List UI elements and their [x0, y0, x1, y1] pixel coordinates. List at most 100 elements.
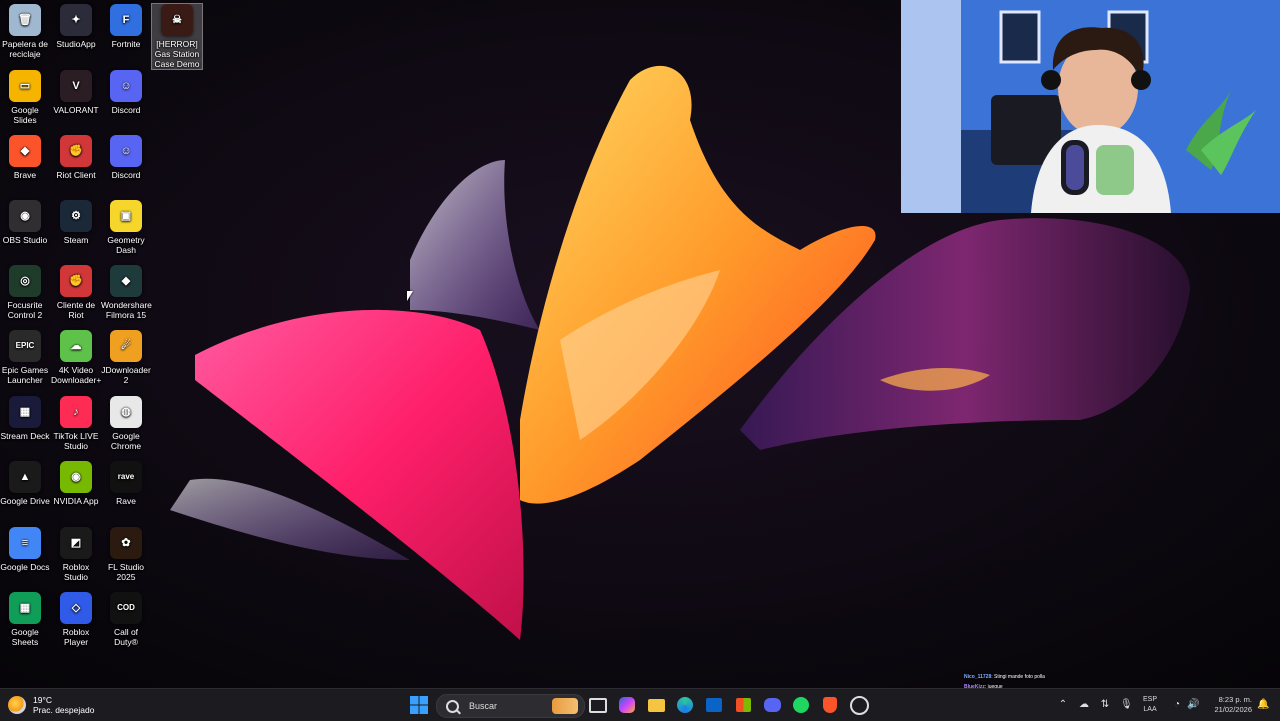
- 4k-downloader-icon: ☁: [60, 330, 92, 362]
- desktop-icon-label: Stream Deck: [0, 431, 50, 441]
- search-box[interactable]: Buscar: [436, 694, 585, 718]
- desktop-icon-label: VALORANT: [53, 105, 99, 115]
- desktop-icon-label: Google Slides: [11, 105, 39, 125]
- desktop-icon-google-sheets[interactable]: ▦ Google Sheets: [0, 592, 50, 647]
- file-explorer-button[interactable]: [644, 693, 668, 717]
- desktop-icon-stream-deck[interactable]: ▦ Stream Deck: [0, 396, 50, 441]
- desktop-icon-label: Papelera de reciclaje: [2, 39, 48, 59]
- desktop-icon-fl-studio[interactable]: ✿ FL Studio 2025: [101, 527, 151, 582]
- discord-button[interactable]: [760, 693, 784, 717]
- desktop-icon-roblox-player[interactable]: ◇ Roblox Player: [51, 592, 101, 647]
- clock-date: 21/02/2026: [1214, 705, 1252, 714]
- mouse-cursor: [407, 291, 413, 301]
- desktop-icon-label: Discord: [111, 105, 141, 115]
- desktop-icon-label: Google Sheets: [11, 627, 39, 647]
- desktop-icon-label: Google Chrome: [110, 431, 142, 451]
- desktop-icon-nvidia[interactable]: ◉ NVIDIA App: [51, 461, 101, 506]
- desktop-icon-label: Roblox Player: [62, 627, 90, 647]
- desktop-icon-brave[interactable]: ◆ Brave: [0, 135, 50, 180]
- copilot-icon: [619, 697, 635, 713]
- brave-icon: [823, 697, 837, 713]
- fl-studio-icon: ✿: [110, 527, 142, 559]
- desktop-icon-label: Google Docs: [0, 562, 50, 572]
- desktop-icon-label: Epic Games Launcher: [1, 365, 49, 385]
- tray-app-icon[interactable]: ☁: [1078, 699, 1090, 711]
- desktop-icon-steam[interactable]: ⚙ Steam: [51, 200, 101, 245]
- desktop-icon-riot-client[interactable]: ✊ Riot Client: [51, 135, 101, 180]
- fortnite-icon: F: [110, 4, 142, 36]
- desktop-icon-google-slides[interactable]: ▭ Google Slides: [0, 70, 50, 125]
- chat-text: : Stingi mande foto polla: [991, 674, 1045, 680]
- desktop-icon-label: NVIDIA App: [53, 496, 99, 506]
- call-of-duty-icon: COD: [110, 592, 142, 624]
- desktop-icon-jdownloader[interactable]: ☄ JDownloader 2: [101, 330, 151, 385]
- spotify-icon: [793, 697, 809, 713]
- desktop-icon-focusrite[interactable]: ◎ Focusrite Control 2: [0, 265, 50, 320]
- geometry-dash-icon: ▣: [110, 200, 142, 232]
- desktop-icon-rave[interactable]: rave Rave: [101, 461, 151, 506]
- obs-button[interactable]: [847, 693, 871, 717]
- desktop-icon-studioapp[interactable]: ✦ StudioApp: [51, 4, 101, 49]
- tray-network-icon[interactable]: ⇅: [1099, 699, 1111, 711]
- notification-bell-icon[interactable]: 🔔: [1257, 699, 1269, 711]
- desktop-icon-discord[interactable]: ☺ Discord: [101, 135, 151, 180]
- spotify-button[interactable]: [789, 693, 813, 717]
- google-drive-icon: ▲: [9, 461, 41, 493]
- discord-icon: ☺: [110, 70, 142, 102]
- desktop-icon-fortnite[interactable]: F Fortnite: [101, 4, 151, 49]
- desktop-icon-obs-studio[interactable]: ◉ OBS Studio: [0, 200, 50, 245]
- store-button[interactable]: [731, 693, 755, 717]
- desktop-icon-valorant[interactable]: V VALORANT: [51, 70, 101, 115]
- desktop-icon-chrome[interactable]: ◍ Google Chrome: [101, 396, 151, 451]
- desktop-icon-tiktok-live[interactable]: ♪ TikTok LIVE Studio: [51, 396, 101, 451]
- brave-icon: ◆: [9, 135, 41, 167]
- desktop-icon-game-demo[interactable]: ☠ [HERROR] Gas Station Case Demo: [151, 3, 203, 70]
- studioapp-icon: ✦: [60, 4, 92, 36]
- weather-description: Prac. despejado: [33, 705, 95, 715]
- desktop-icon-recycle-bin[interactable]: 🗑 Papelera de reciclaje: [0, 4, 50, 59]
- recycle-bin-icon: 🗑: [9, 4, 41, 36]
- desktop-icon-google-drive[interactable]: ▲ Google Drive: [0, 461, 50, 506]
- desktop-icon-label: [HERROR] Gas Station Case Demo: [154, 39, 200, 69]
- desktop-icon-label: OBS Studio: [2, 235, 48, 245]
- tray-overflow-chevron-icon[interactable]: ⌃: [1057, 699, 1069, 711]
- system-clock[interactable]: 8:23 p. m. 21/02/2026: [1204, 695, 1252, 715]
- language-indicator[interactable]: ESP LAA: [1143, 695, 1157, 715]
- desktop-icon-epic-games[interactable]: EPIC Epic Games Launcher: [0, 330, 50, 385]
- weather-temperature: 19°C: [33, 695, 52, 705]
- desktop-icon-label: Brave: [13, 170, 37, 180]
- outlook-icon: [706, 698, 722, 712]
- desktop-icon-discord[interactable]: ☺ Discord: [101, 70, 151, 115]
- volume-icon[interactable]: 🔊: [1187, 699, 1199, 711]
- desktop-icon-4k-downloader[interactable]: ☁ 4K Video Downloader+: [51, 330, 101, 385]
- copilot-button[interactable]: [615, 693, 639, 717]
- obs-studio-icon: ◉: [9, 200, 41, 232]
- focusrite-icon: ◎: [9, 265, 41, 297]
- chat-message: Nico_11728: Stingi mande foto polla: [964, 673, 1084, 683]
- game-demo-icon: ☠: [161, 4, 193, 36]
- start-button[interactable]: [407, 693, 431, 717]
- desktop-icon-call-of-duty[interactable]: COD Call of Duty®: [101, 592, 151, 647]
- folder-icon: [647, 698, 665, 712]
- desktop-icon-label: Discord: [111, 170, 141, 180]
- google-docs-icon: ≡: [9, 527, 41, 559]
- edge-button[interactable]: [673, 693, 697, 717]
- desktop-icon-filmora[interactable]: ◆ Wondershare Filmora 15: [101, 265, 152, 320]
- store-icon: [735, 698, 751, 712]
- desktop-icon-riot-client[interactable]: ✊ Cliente de Riot: [51, 265, 101, 320]
- brave-button[interactable]: [818, 693, 842, 717]
- search-highlight-icon: [552, 698, 578, 714]
- tray-microphone-icon[interactable]: 🎙: [1120, 699, 1133, 711]
- desktop-icon-geometry-dash[interactable]: ▣ Geometry Dash: [101, 200, 151, 255]
- google-slides-icon: ▭: [9, 70, 41, 102]
- desktop-icon-label: Riot Client: [56, 170, 96, 180]
- task-view-button[interactable]: [586, 693, 610, 717]
- weather-widget[interactable]: 19°C Prac. despejado: [8, 693, 94, 717]
- chat-username: Nico_11728: [964, 674, 992, 680]
- desktop-icon-label: JDownloader 2: [101, 365, 151, 385]
- outlook-button[interactable]: [702, 693, 726, 717]
- wifi-icon[interactable]: ◔: [1171, 699, 1183, 711]
- desktop-icon-google-docs[interactable]: ≡ Google Docs: [0, 527, 50, 572]
- desktop-icon-roblox-studio[interactable]: ◩ Roblox Studio: [51, 527, 101, 582]
- desktop-icon-label: Steam: [63, 235, 89, 245]
